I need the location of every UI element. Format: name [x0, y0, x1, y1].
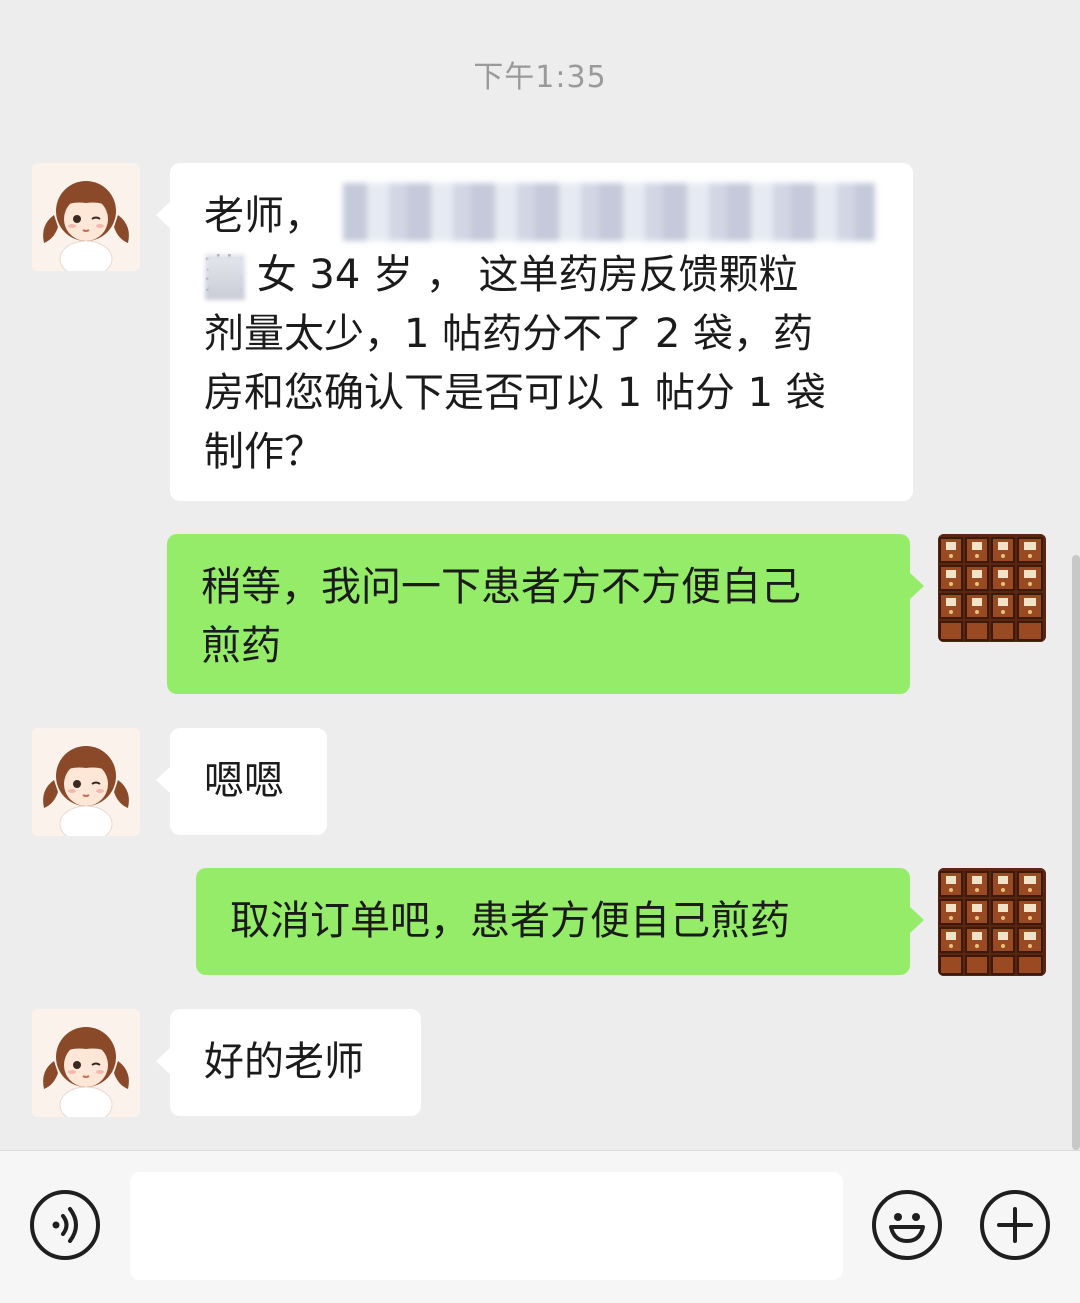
smiley-icon	[889, 1213, 925, 1243]
plus-icon	[997, 1207, 1033, 1243]
more-options-button[interactable]	[980, 1190, 1050, 1260]
cartoon-girl-avatar-icon	[32, 163, 140, 271]
contact-avatar[interactable]	[32, 1009, 140, 1117]
voice-input-button[interactable]	[30, 1190, 100, 1260]
cartoon-girl-avatar-icon	[32, 728, 140, 836]
voice-icon	[52, 1207, 78, 1243]
chat-history[interactable]: 下午1:35 老师， 燕 女 34 岁 ， 这单药房反馈颗粒 剂量太少，1 帖药…	[0, 0, 1080, 1150]
message-line: 燕 女 34 岁 ， 这单药房反馈颗粒	[204, 252, 799, 298]
message-line: 剂量太少，1 帖药分不了 2 袋，药	[204, 311, 814, 357]
contact-avatar[interactable]	[32, 728, 140, 836]
outgoing-message-bubble[interactable]: 取消订单吧，患者方便自己煎药	[196, 868, 924, 975]
mosaic-redaction	[205, 254, 245, 300]
mosaic-redaction	[343, 183, 875, 241]
my-avatar[interactable]	[938, 534, 1046, 642]
chat-scrollbar[interactable]	[1072, 555, 1080, 1150]
my-avatar[interactable]	[938, 868, 1046, 976]
emoji-button[interactable]	[872, 1190, 942, 1260]
message-line: 房和您确认下是否可以 1 帖分 1 袋	[204, 370, 826, 416]
contact-avatar[interactable]	[32, 163, 140, 271]
medicine-cabinet-avatar-icon	[938, 534, 1046, 642]
medicine-cabinet-avatar-icon	[938, 868, 1046, 976]
message-line: 稍等，我问一下患者方不方便自己	[201, 564, 801, 610]
message-timestamp: 下午1:35	[473, 60, 607, 95]
incoming-message-bubble[interactable]: 好的老师	[156, 1009, 421, 1116]
message-text: 嗯嗯	[204, 758, 284, 804]
cartoon-girl-avatar-icon	[32, 1009, 140, 1117]
message-text: 取消订单吧，患者方便自己煎药	[230, 898, 790, 944]
message-line: 制作？	[204, 429, 324, 475]
message-text: 好的老师	[204, 1039, 364, 1085]
message-line: 煎药	[201, 623, 281, 669]
outgoing-message-bubble[interactable]: 稍等，我问一下患者方不方便自己 煎药	[167, 534, 924, 694]
message-input[interactable]	[130, 1172, 843, 1280]
incoming-message-bubble[interactable]: 嗯嗯	[156, 728, 327, 835]
